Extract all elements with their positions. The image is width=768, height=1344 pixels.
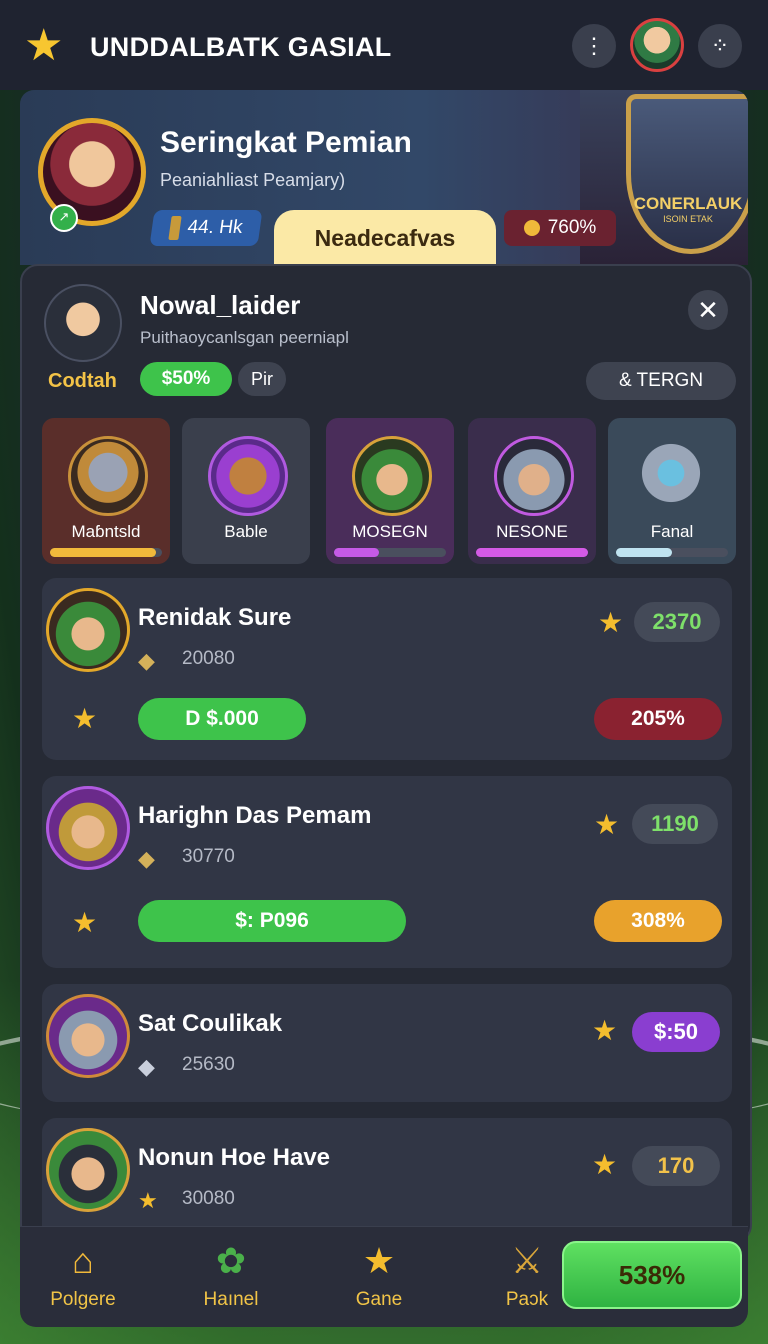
category-progress [616, 548, 728, 557]
category-progress [50, 548, 162, 557]
score-badge: 2370 [634, 602, 720, 642]
category-card-3[interactable]: NESONE [468, 418, 596, 564]
star-icon: ★ [24, 21, 64, 70]
app-title: UNDDALBATK GASIAL [90, 32, 392, 62]
percent-bar[interactable]: 308% [594, 900, 722, 942]
category-row: Maɓntsld Bable MOSEGN NESONE Fanal [42, 418, 736, 564]
percent-pill[interactable]: $50% [140, 362, 232, 396]
profile-name: Nowal_laider [140, 290, 301, 320]
plant-icon: ✿ [215, 1240, 247, 1281]
score-badge: $:50 [632, 1012, 720, 1052]
tag-pill[interactable]: Pir [238, 362, 286, 396]
category-progress-fill [616, 548, 672, 557]
player-name: Nonun Hoe Have [138, 1144, 331, 1171]
player-name: Harighn Das Pemam [138, 802, 372, 829]
stat-red-value: 760% [547, 217, 597, 238]
category-label: Bable [224, 522, 268, 541]
category-label: Fanal [650, 522, 694, 541]
coin-icon [523, 220, 540, 236]
player-avatar [46, 994, 130, 1078]
player-avatar [46, 1128, 130, 1212]
list-item[interactable]: Harighn Das Pemam ◆ 30770 ★ $: P096 ★ 11… [42, 776, 732, 968]
category-progress-fill [476, 548, 588, 557]
player-number: 20080 [182, 648, 235, 669]
category-label: Maɓntsld [71, 522, 141, 541]
bottom-nav: ⌂ Polgere ✿ Haınel ★ Gane ⚔ Paɔk 538% [20, 1226, 748, 1327]
percent-bar[interactable]: 205% [594, 698, 722, 740]
hero-title: Seringkat Pemian [160, 126, 412, 159]
gear-orb-icon [634, 436, 708, 510]
star-icon: ★ [138, 1188, 158, 1213]
player-number: 25630 [182, 1054, 235, 1075]
nav-item-home[interactable]: ⌂ Polgere [28, 1239, 138, 1311]
list-item[interactable]: Nonun Hoe Have ★ 30080 ★ 170 [42, 1118, 732, 1241]
profile-rank: Codtah [48, 370, 117, 392]
nav-item-game[interactable]: ★ Gane [324, 1239, 434, 1311]
green-hat-hero-icon [352, 436, 432, 516]
score-badge: 1190 [632, 804, 718, 844]
star-icon: ★ [72, 907, 98, 938]
player-number: 30770 [182, 846, 235, 867]
close-icon[interactable]: ✕ [688, 290, 728, 330]
stat-pill-blue[interactable]: 44. Hk [149, 210, 263, 246]
tab-active[interactable]: Neadecafvas [274, 210, 496, 265]
player-avatar [46, 786, 130, 870]
nav-label: Gane [355, 1289, 403, 1310]
stat-pill-red[interactable]: 760% [504, 210, 616, 246]
list-item[interactable]: Renidak Sure ◆ 20080 ★ D $.000 ★ 2370 20… [42, 578, 732, 760]
category-card-0[interactable]: Maɓntsld [42, 418, 170, 564]
star-icon: ★ [592, 1149, 618, 1180]
category-progress-fill [334, 548, 379, 557]
main-panel: Nowal_laider Puithaoycanlsgan peerniapl … [20, 264, 752, 1243]
star-icon: ★ [72, 703, 98, 734]
category-card-4[interactable]: Fanal [608, 418, 736, 564]
value-bar-green[interactable]: $: P096 [138, 900, 406, 942]
top-bar: ★ UNDDALBATK GASIAL ⋮ ⁘ [0, 0, 768, 90]
category-label: MOSEGN [352, 522, 428, 541]
helmet-warrior-icon [494, 436, 574, 516]
nav-label: Polgere [50, 1289, 116, 1310]
tern-button[interactable]: & TERGN [586, 362, 736, 400]
gem-icon: ◆ [138, 648, 155, 673]
gem-icon: ◆ [138, 1054, 155, 1079]
hero-subtitle: Peaniahliast Peamjary) [160, 170, 346, 190]
home-icon: ⌂ [72, 1240, 94, 1281]
list-item[interactable]: Sat Coulikak ◆ 25630 ★ $:50 [42, 984, 732, 1102]
star-icon: ★ [594, 809, 620, 840]
menu-dots-icon[interactable]: ⁘ [698, 24, 742, 68]
treasure-chest-icon [208, 436, 288, 516]
badge-title: CONERLAUK [633, 194, 743, 213]
cta-button[interactable]: 538% [562, 1241, 742, 1309]
stat-blue-value: 44. Hk [186, 217, 244, 238]
category-progress [334, 548, 446, 557]
category-progress [476, 548, 588, 557]
category-card-2[interactable]: MOSEGN [326, 418, 454, 564]
category-label: NESONE [496, 522, 568, 541]
player-name: Sat Coulikak [138, 1010, 283, 1037]
category-card-1[interactable]: Bable [182, 418, 310, 564]
star-icon: ★ [598, 607, 624, 638]
category-progress-fill [50, 548, 157, 557]
profile-subtitle: Puithaoycanlsgan peerniapl [140, 328, 349, 347]
bar-icon [167, 216, 182, 240]
nav-item-haine[interactable]: ✿ Haınel [176, 1239, 286, 1311]
avatar[interactable] [630, 18, 684, 72]
player-name: Renidak Sure [138, 604, 292, 631]
star-icon: ★ [592, 1015, 618, 1046]
knight-helmet-icon [68, 436, 148, 516]
hero-banner: CONERLAUK ISOIN ETAK ↗ Seringkat Pemian … [20, 90, 748, 265]
nav-label: Haınel [203, 1289, 259, 1310]
badge-subtitle: ISOIN ETAK [663, 214, 713, 224]
shield-badge-icon [626, 94, 748, 254]
player-avatar [46, 588, 130, 672]
score-badge: 170 [632, 1146, 720, 1186]
star-icon: ★ [362, 1240, 396, 1281]
more-vertical-icon[interactable]: ⋮ [572, 24, 616, 68]
level-badge-icon: ↗ [50, 204, 78, 232]
value-bar-green[interactable]: D $.000 [138, 698, 306, 740]
profile-avatar[interactable] [44, 284, 122, 362]
player-number: 30080 [182, 1188, 235, 1209]
gem-icon: ◆ [138, 846, 155, 871]
